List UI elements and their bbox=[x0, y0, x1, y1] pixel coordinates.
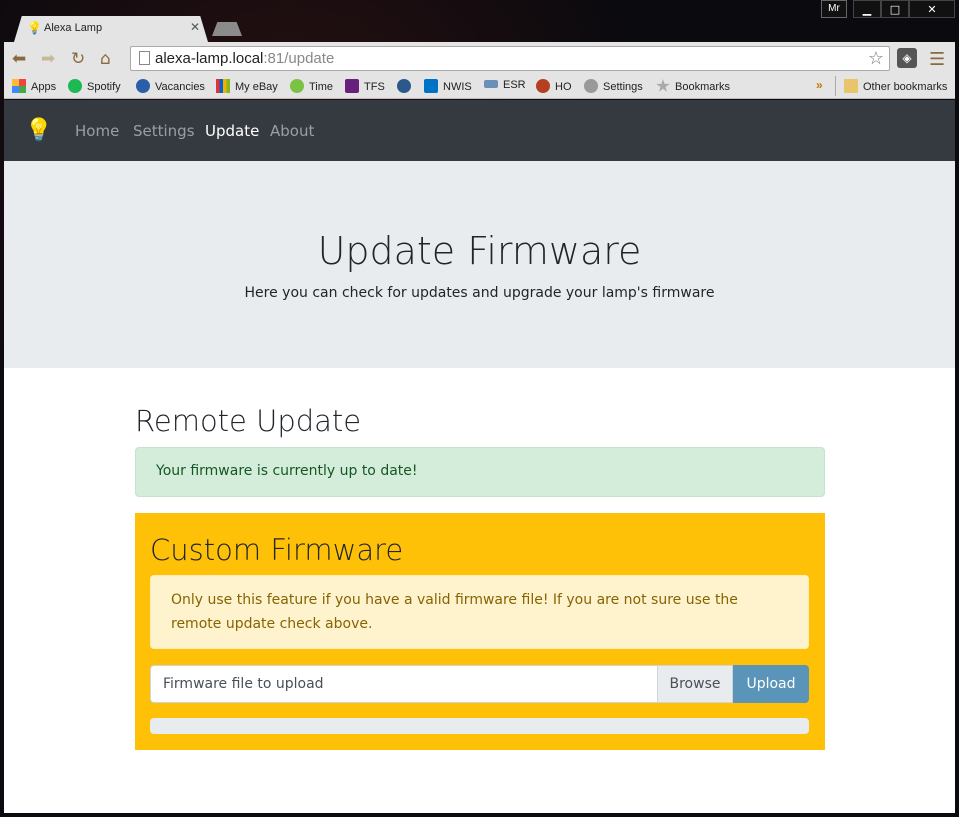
bookmark-spotify[interactable]: Spotify bbox=[68, 79, 121, 93]
window-controls: Mr ▁ □ ✕ bbox=[821, 0, 955, 18]
ebay-icon bbox=[216, 79, 230, 93]
bookmark-vacancies[interactable]: Vacancies bbox=[136, 79, 205, 93]
key-icon bbox=[484, 80, 498, 88]
bookmark-time[interactable]: Time bbox=[290, 79, 333, 93]
browser-toolbar: ⬅ ➡ ↻ ⌂ alexa-lamp.local:81/update ☆ ◈ ☰ bbox=[4, 42, 955, 74]
page-icon bbox=[139, 51, 150, 65]
bookmarks-bar: Apps Spotify Vacancies My eBay Time TFS … bbox=[4, 74, 955, 99]
forward-arrow-icon[interactable]: ➡ bbox=[41, 49, 55, 69]
extension-icon[interactable]: ◈ bbox=[897, 48, 917, 68]
apps-grid-icon bbox=[12, 79, 26, 93]
globe-icon bbox=[397, 79, 411, 93]
page-viewport: 💡 Home Settings Update About Update Firm… bbox=[4, 100, 955, 813]
sharepoint-icon bbox=[424, 79, 438, 93]
other-bookmarks[interactable]: Other bookmarks bbox=[844, 79, 947, 93]
bookmark-bookmarks[interactable]: Bookmarks bbox=[656, 79, 730, 93]
time-icon bbox=[290, 79, 304, 93]
gear-icon bbox=[584, 79, 598, 93]
title-bar: 💡 Alexa Lamp ✕ Mr ▁ □ ✕ bbox=[0, 0, 959, 42]
address-bar[interactable]: alexa-lamp.local:81/update ☆ bbox=[130, 46, 890, 71]
ho-icon bbox=[536, 79, 550, 93]
maximize-button[interactable]: □ bbox=[881, 0, 909, 18]
firmware-warning-alert: Only use this feature if you have a vali… bbox=[150, 575, 809, 649]
nav-about[interactable]: About bbox=[270, 122, 314, 140]
bookmark-apps[interactable]: Apps bbox=[12, 79, 56, 93]
spotify-icon bbox=[68, 79, 82, 93]
nav-update[interactable]: Update bbox=[205, 122, 259, 140]
nav-home[interactable]: Home bbox=[75, 122, 119, 140]
custom-firmware-panel: Custom Firmware Only use this feature if… bbox=[135, 513, 825, 750]
bookmark-my-ebay[interactable]: My eBay bbox=[216, 79, 278, 93]
navbar: 💡 Home Settings Update About bbox=[4, 100, 955, 161]
home-icon[interactable]: ⌂ bbox=[100, 49, 111, 69]
page-subtitle: Here you can check for updates and upgra… bbox=[244, 285, 715, 301]
custom-firmware-heading: Custom Firmware bbox=[150, 533, 404, 567]
browse-button[interactable]: Browse bbox=[657, 665, 733, 703]
jumbotron: Update Firmware Here you can check for u… bbox=[4, 161, 955, 368]
folder-icon bbox=[844, 79, 858, 93]
minimize-button[interactable]: ▁ bbox=[853, 0, 881, 18]
divider bbox=[835, 76, 836, 96]
bookmark-unnamed[interactable] bbox=[397, 79, 416, 93]
new-tab-button[interactable] bbox=[212, 22, 242, 36]
browser-tab[interactable]: 💡 Alexa Lamp ✕ bbox=[14, 16, 208, 42]
bookmark-nwis[interactable]: NWIS bbox=[424, 79, 472, 93]
upload-progress-bar bbox=[150, 718, 809, 734]
bookmark-star-icon[interactable]: ☆ bbox=[868, 48, 884, 69]
bookmark-settings[interactable]: Settings bbox=[584, 79, 643, 93]
bookmarks-overflow-icon[interactable]: » bbox=[816, 78, 823, 92]
profile-button[interactable]: Mr bbox=[821, 0, 847, 18]
vacancies-icon bbox=[136, 79, 150, 93]
upload-button[interactable]: Upload bbox=[733, 665, 809, 703]
bookmark-tfs[interactable]: TFS bbox=[345, 79, 385, 93]
page-title: Update Firmware bbox=[317, 229, 642, 273]
close-window-button[interactable]: ✕ bbox=[909, 0, 955, 18]
browser-window: 💡 Alexa Lamp ✕ Mr ▁ □ ✕ ⬅ ➡ ↻ ⌂ alexa-la… bbox=[0, 0, 959, 817]
back-arrow-icon[interactable]: ⬅ bbox=[12, 49, 26, 69]
star-icon bbox=[656, 79, 670, 92]
lightbulb-icon: 💡 bbox=[27, 21, 42, 35]
menu-icon[interactable]: ☰ bbox=[929, 49, 945, 70]
bookmark-esr[interactable]: ESR bbox=[484, 79, 526, 91]
bookmark-ho[interactable]: HO bbox=[536, 79, 572, 93]
lightbulb-logo-icon[interactable]: 💡 bbox=[25, 118, 52, 143]
reload-icon[interactable]: ↻ bbox=[71, 49, 85, 69]
remote-update-heading: Remote Update bbox=[135, 404, 362, 438]
close-tab-icon[interactable]: ✕ bbox=[190, 20, 200, 34]
update-status-alert: Your firmware is currently up to date! bbox=[135, 447, 825, 497]
firmware-file-input[interactable]: Firmware file to upload bbox=[150, 665, 657, 703]
nav-settings[interactable]: Settings bbox=[133, 122, 195, 140]
tab-title: Alexa Lamp bbox=[44, 22, 103, 34]
visual-studio-icon bbox=[345, 79, 359, 93]
url-text: alexa-lamp.local:81/update bbox=[155, 50, 335, 67]
